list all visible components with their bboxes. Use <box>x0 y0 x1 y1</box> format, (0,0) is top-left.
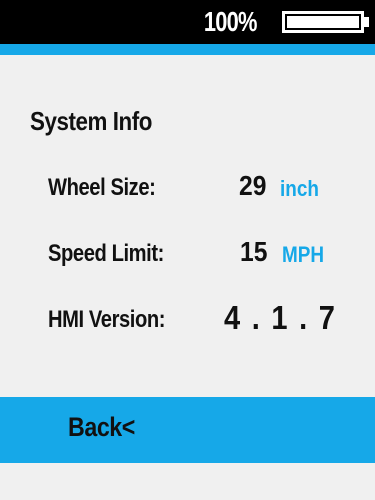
hmi-version-row: HMI Version: 4 . 1 . 7 <box>48 299 368 340</box>
battery-level-fill <box>287 16 359 28</box>
back-button[interactable]: Back< <box>0 397 375 463</box>
accent-stripe <box>0 44 375 55</box>
page-title: System Info <box>30 106 153 136</box>
battery-icon <box>282 11 364 33</box>
battery-percentage: 100% <box>204 6 258 37</box>
back-button-label: Back< <box>68 412 135 442</box>
wheel-size-value: 29 <box>239 170 267 201</box>
speed-limit-label: Speed Limit: <box>48 240 164 267</box>
wheel-size-label: Wheel Size: <box>48 174 156 201</box>
speed-limit-row: Speed Limit: 15 MPH <box>48 234 368 274</box>
hmi-version-value: 4 . 1 . 7 <box>224 299 337 336</box>
battery-tip <box>364 17 369 27</box>
wheel-size-row: Wheel Size: 29 inch <box>48 168 368 208</box>
speed-limit-unit: MPH <box>282 242 325 267</box>
hmi-screen: 100% System Info Wheel Size: 29 inch Spe… <box>0 0 375 500</box>
hmi-version-label: HMI Version: <box>48 306 166 333</box>
status-bar: 100% <box>0 0 375 44</box>
speed-limit-value: 15 <box>240 236 268 267</box>
wheel-size-unit: inch <box>280 176 319 201</box>
